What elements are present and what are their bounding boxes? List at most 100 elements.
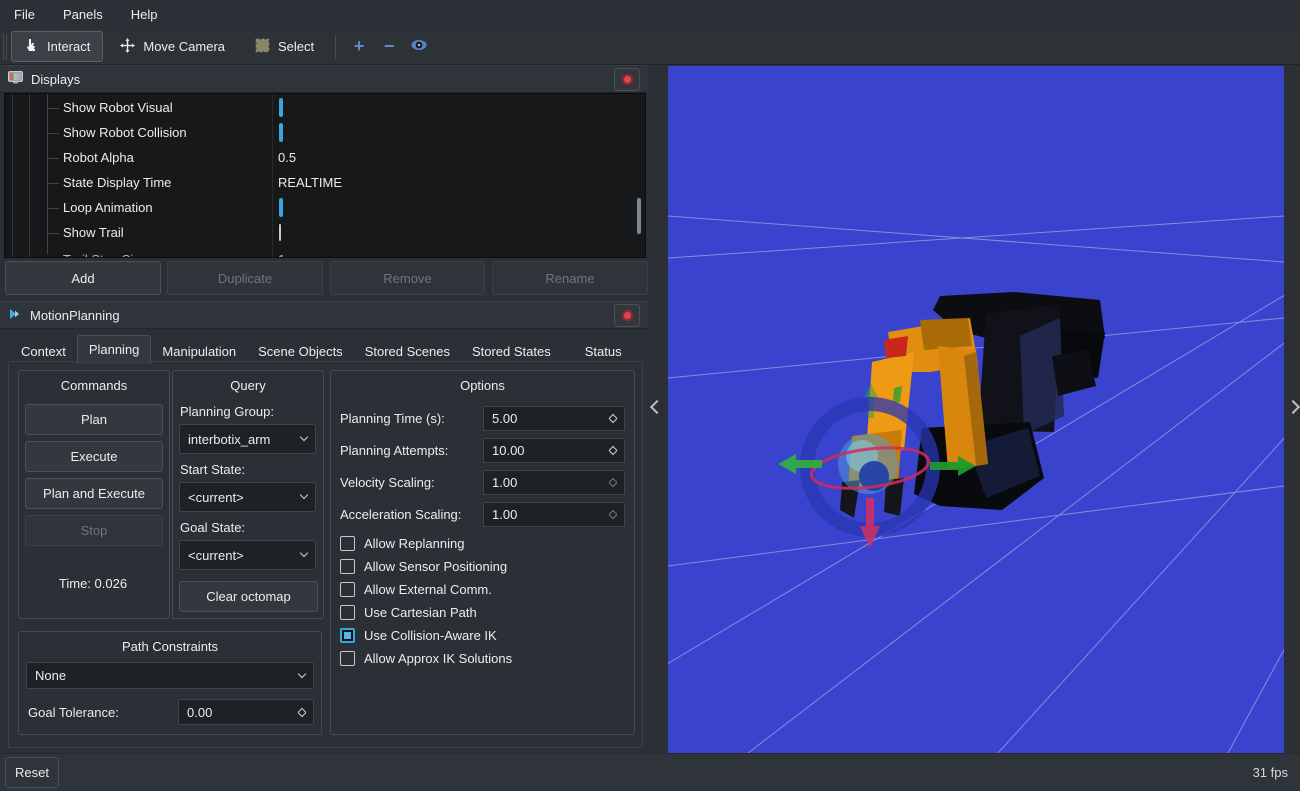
tab-context[interactable]: Context	[10, 338, 77, 364]
allow-approx-ik-checkbox[interactable]	[340, 651, 355, 666]
tree-tick	[47, 108, 59, 109]
tab-scene-objects[interactable]: Scene Objects	[247, 338, 354, 364]
planning-group-value: interbotix_arm	[188, 432, 301, 447]
left-splitter-collapse-handle[interactable]	[652, 400, 662, 415]
tree-row[interactable]: Show Robot Collision	[5, 121, 645, 146]
planning-attempts-spinbox[interactable]: 10.00	[483, 438, 625, 463]
start-state-label: Start State:	[180, 462, 245, 477]
tree-row[interactable]: Loop Animation	[5, 196, 645, 221]
use-collision-aware-ik-row[interactable]: Use Collision-Aware IK	[340, 626, 497, 644]
tree-row-checkbox[interactable]	[279, 98, 283, 117]
plan-button[interactable]: Plan	[25, 404, 163, 435]
select-tool-button[interactable]: Select	[242, 31, 327, 62]
planning-group-combobox[interactable]: interbotix_arm	[179, 424, 316, 454]
tree-row-label: Loop Animation	[63, 200, 153, 215]
tab-status[interactable]: Status	[574, 338, 633, 364]
goal-tolerance-spinbox[interactable]: 0.00	[178, 699, 314, 725]
move-camera-label: Move Camera	[143, 39, 225, 54]
tree-row-value[interactable]: REALTIME	[278, 175, 342, 190]
remove-display-button[interactable]: Remove	[330, 261, 485, 295]
tree-row[interactable]: Show Robot Visual	[5, 96, 645, 121]
use-cartesian-path-checkbox[interactable]	[340, 605, 355, 620]
acceleration-scaling-value: 1.00	[492, 507, 606, 522]
menu-help[interactable]: Help	[117, 0, 172, 29]
allow-external-comm-checkbox[interactable]	[340, 582, 355, 597]
motionplanning-close-button[interactable]	[614, 304, 640, 327]
tree-scrollbar[interactable]	[637, 198, 641, 234]
toolbar-grip[interactable]	[3, 34, 4, 60]
tree-row-label: Show Robot Visual	[63, 100, 173, 115]
planning-attempts-value: 10.00	[492, 443, 606, 458]
plan-and-execute-button[interactable]: Plan and Execute	[25, 478, 163, 509]
motionplanning-panel-header[interactable]: MotionPlanning	[0, 301, 648, 329]
right-splitter-collapse-handle[interactable]	[1288, 400, 1298, 415]
tree-row-checkbox[interactable]	[279, 224, 281, 241]
motionplanning-panel-title: MotionPlanning	[30, 308, 120, 323]
allow-approx-ik-label: Allow Approx IK Solutions	[364, 651, 512, 666]
interact-tool-button[interactable]: Interact	[11, 31, 103, 62]
stop-button[interactable]: Stop	[25, 515, 163, 546]
planning-attempts-label: Planning Attempts:	[340, 443, 448, 458]
allow-replanning-checkbox[interactable]	[340, 536, 355, 551]
tab-manipulation[interactable]: Manipulation	[151, 338, 247, 364]
tree-tick	[47, 158, 59, 159]
use-collision-aware-ik-checkbox[interactable]	[340, 628, 355, 643]
allow-external-comm-label: Allow External Comm.	[364, 582, 492, 597]
start-state-combobox[interactable]: <current>	[179, 482, 316, 512]
options-group-title: Options	[331, 378, 634, 393]
chevron-down-icon	[300, 433, 308, 441]
tree-tick	[47, 133, 59, 134]
fps-counter: 31 fps	[1253, 765, 1288, 780]
use-cartesian-path-row[interactable]: Use Cartesian Path	[340, 603, 477, 621]
tab-stored-states[interactable]: Stored States	[461, 338, 562, 364]
menu-panels[interactable]: Panels	[49, 0, 117, 29]
status-bar	[0, 753, 1300, 791]
interact-label: Interact	[47, 39, 90, 54]
chevron-left-icon	[650, 400, 664, 414]
execute-button[interactable]: Execute	[25, 441, 163, 472]
zoom-in-button[interactable]: +	[344, 36, 374, 57]
tree-row-checkbox[interactable]	[279, 198, 283, 217]
velocity-scaling-label: Velocity Scaling:	[340, 475, 435, 490]
path-constraints-combobox[interactable]: None	[26, 662, 314, 689]
planning-time-label: Planning Time (s):	[340, 411, 445, 426]
chevron-right-icon	[1286, 400, 1300, 414]
motionplanning-tabs: Context Planning Manipulation Scene Obje…	[10, 335, 633, 364]
tree-row[interactable]: Show Trail	[5, 221, 645, 246]
path-constraints-title: Path Constraints	[19, 639, 321, 654]
add-display-button[interactable]: Add	[5, 261, 161, 295]
clear-octomap-button[interactable]: Clear octomap	[179, 581, 318, 612]
visibility-eye-button[interactable]	[404, 39, 434, 54]
planning-time-spinbox[interactable]: 5.00	[483, 406, 625, 431]
tree-row[interactable]: State Display Time REALTIME	[5, 171, 645, 196]
zoom-out-button[interactable]: −	[374, 36, 404, 57]
reset-button[interactable]: Reset	[5, 757, 59, 788]
tree-row-checkbox[interactable]	[279, 123, 283, 142]
duplicate-display-button[interactable]: Duplicate	[167, 261, 323, 295]
goal-state-combobox[interactable]: <current>	[179, 540, 316, 570]
menu-file[interactable]: File	[0, 0, 49, 29]
goal-tolerance-value: 0.00	[187, 705, 295, 720]
menu-bar: File Panels Help	[0, 0, 1300, 29]
tree-row[interactable]: Robot Alpha 0.5	[5, 146, 645, 171]
displays-panel-header[interactable]: Displays	[0, 65, 648, 93]
tab-stored-scenes[interactable]: Stored Scenes	[354, 338, 461, 364]
close-icon	[622, 74, 633, 85]
tree-row-value[interactable]: 0.5	[278, 150, 296, 165]
rename-display-button[interactable]: Rename	[492, 261, 648, 295]
allow-sensor-positioning-checkbox[interactable]	[340, 559, 355, 574]
tab-planning[interactable]: Planning	[77, 335, 152, 364]
move-camera-tool-button[interactable]: Move Camera	[107, 31, 238, 62]
tree-row-clipped[interactable]: Trail Step Size 1	[5, 246, 645, 257]
allow-sensor-positioning-row[interactable]: Allow Sensor Positioning	[340, 557, 507, 575]
allow-external-comm-row[interactable]: Allow External Comm.	[340, 580, 492, 598]
tree-row-label: Show Trail	[63, 225, 124, 240]
displays-tree[interactable]: Show Robot Visual Show Robot Collision R…	[4, 93, 646, 258]
allow-replanning-row[interactable]: Allow Replanning	[340, 534, 464, 552]
allow-approx-ik-row[interactable]: Allow Approx IK Solutions	[340, 649, 512, 667]
acceleration-scaling-spinbox[interactable]: 1.00	[483, 502, 625, 527]
3d-viewport[interactable]	[668, 66, 1284, 753]
displays-close-button[interactable]	[614, 68, 640, 91]
velocity-scaling-spinbox[interactable]: 1.00	[483, 470, 625, 495]
close-icon	[622, 310, 633, 321]
